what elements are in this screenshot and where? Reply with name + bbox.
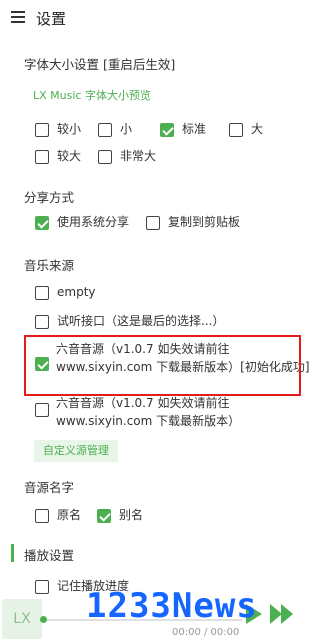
custom-source-manage-button[interactable]: 自定义源管理	[34, 440, 118, 462]
source-name-option-original[interactable]: 原名	[35, 507, 81, 527]
checkbox[interactable]	[146, 216, 160, 230]
progress-bar[interactable]	[42, 619, 242, 621]
font-size-preview: LX Music 字体大小预览	[33, 89, 151, 102]
font-size-option-very-large[interactable]: 非常大	[98, 148, 156, 168]
font-size-option-larger[interactable]: 较大	[35, 148, 81, 168]
checkbox[interactable]	[35, 150, 49, 164]
page-title: 设置	[36, 10, 67, 28]
play-icon[interactable]	[246, 604, 262, 624]
font-size-option-large[interactable]: 大	[229, 121, 263, 141]
source-option-trial[interactable]: 试听接口（这是最后的选择...）	[35, 313, 224, 333]
checkbox-checked[interactable]	[160, 123, 174, 137]
checkbox[interactable]	[35, 403, 49, 417]
checkbox[interactable]	[35, 580, 49, 594]
progress-handle[interactable]	[40, 616, 47, 623]
checkbox[interactable]	[98, 150, 112, 164]
menu-icon[interactable]	[11, 11, 25, 23]
source-option-sixyin-active-label: 六音音源（v1.0.7 如失效请前往 www.sixyin.com 下载最新版本…	[56, 342, 310, 374]
font-size-option-smaller[interactable]: 较小	[35, 121, 81, 141]
album-cover[interactable]: LX	[2, 599, 42, 639]
next-icon[interactable]	[270, 604, 300, 624]
share-option-system[interactable]: 使用系统分享	[35, 214, 129, 234]
font-size-section-title: 字体大小设置 [重启后生效]	[24, 57, 176, 72]
source-option-empty[interactable]: empty	[35, 284, 96, 304]
source-option-sixyin-label: 六音音源（v1.0.7 如失效请前往 www.sixyin.com 下载最新版本…	[56, 396, 241, 428]
checkbox-checked[interactable]	[97, 509, 111, 523]
checkbox[interactable]	[229, 123, 243, 137]
font-size-option-small[interactable]: 小	[98, 121, 132, 141]
play-time: 00:00 / 00:00	[172, 627, 240, 638]
section-accent-bar	[11, 544, 14, 562]
checkbox[interactable]	[98, 123, 112, 137]
source-name-section-title: 音源名字	[24, 480, 75, 495]
checkbox[interactable]	[35, 123, 49, 137]
checkbox[interactable]	[35, 286, 49, 300]
checkbox[interactable]	[35, 509, 49, 523]
music-source-section-title: 音乐来源	[24, 258, 75, 273]
source-name-option-alias[interactable]: 别名	[97, 507, 143, 527]
play-settings-title: 播放设置	[24, 548, 75, 563]
checkbox[interactable]	[35, 315, 49, 329]
top-bar: 设置	[0, 0, 320, 40]
share-section-title: 分享方式	[24, 190, 75, 205]
checkbox-checked[interactable]	[35, 216, 49, 230]
font-size-option-standard[interactable]: 标准	[160, 121, 206, 141]
checkbox-checked[interactable]	[35, 357, 49, 371]
share-option-clipboard[interactable]: 复制到剪贴板	[146, 214, 240, 234]
source-option-sixyin[interactable]	[35, 401, 49, 421]
source-option-sixyin-active[interactable]	[35, 355, 49, 375]
